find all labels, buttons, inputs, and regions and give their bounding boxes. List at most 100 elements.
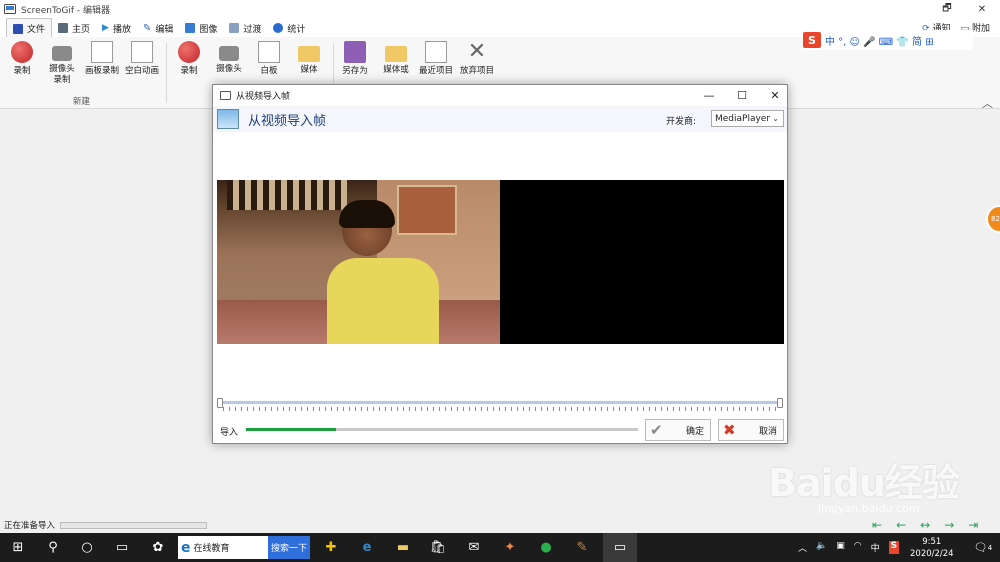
screentogif-taskbar-icon[interactable]: ▭ xyxy=(603,533,637,562)
game-app-icon[interactable]: ✚ xyxy=(316,533,346,562)
cortana-icon[interactable]: ○ xyxy=(72,533,102,562)
dialog-minimize-button[interactable]: — xyxy=(693,85,725,106)
play-icon: ▶ xyxy=(102,23,109,33)
ime-indicator[interactable]: 中 xyxy=(871,541,880,554)
frame-range-slider[interactable] xyxy=(217,398,784,413)
frame-navigation: ⇤ ← ↔ → ⇥ xyxy=(872,518,978,532)
dialog-header-title: 从视频导入帧 xyxy=(248,113,327,129)
multicolor-app-icon[interactable]: ✦ xyxy=(495,533,525,562)
usb-icon[interactable]: ▣ xyxy=(836,541,845,554)
board-record-label: 画板录制 xyxy=(84,66,119,76)
play-frame-icon[interactable]: ↔ xyxy=(920,518,930,532)
tab-label: 播放 xyxy=(112,24,131,35)
restore-button[interactable]: 🗗 xyxy=(931,0,963,18)
dialog-close-button[interactable]: ✕ xyxy=(759,85,791,106)
store-icon[interactable]: 🛍 xyxy=(423,533,453,562)
taskbar-search-box[interactable]: e 在线教育 搜索一下 xyxy=(178,536,310,559)
previous-frame-icon[interactable]: ← xyxy=(896,518,906,532)
save-icon xyxy=(13,23,23,34)
save-as-button[interactable]: 另存为 xyxy=(335,41,375,77)
app-icon xyxy=(4,4,16,14)
task-view-icon[interactable]: ▭ xyxy=(107,533,137,562)
video-frames-icon xyxy=(217,109,239,129)
record-button[interactable]: 录制 xyxy=(2,41,42,77)
record-label: 录制 xyxy=(13,66,31,76)
pinwheel-app-icon[interactable]: ✿ xyxy=(143,533,173,562)
board-icon xyxy=(91,41,113,63)
next-frame-icon[interactable]: → xyxy=(944,518,954,532)
cancel-button[interactable]: ✖ 取消 xyxy=(718,419,784,441)
sogou-logo-icon: S xyxy=(803,32,821,48)
save-as-icon xyxy=(344,41,366,63)
blank-animation-button[interactable]: 空白动画 xyxy=(122,41,162,77)
search-button[interactable]: 搜索一下 xyxy=(268,536,310,559)
mail-icon[interactable]: ✉ xyxy=(459,533,489,562)
dialog-title: 从视频导入帧 xyxy=(236,92,291,102)
board-record-button[interactable]: 画板录制 xyxy=(82,41,122,77)
tab-home[interactable]: 主页 xyxy=(52,18,96,38)
tab-transitions[interactable]: 过渡 xyxy=(223,18,267,38)
chevron-up-icon[interactable]: ︿ xyxy=(798,541,807,554)
ime-toolbar[interactable]: S 中 °, ☺ 🎤 ⌨ 👕 简 ⊞ xyxy=(803,30,973,50)
status-bar: 正在准备导入 xyxy=(0,517,1000,533)
tab-edit[interactable]: ✎ 编辑 xyxy=(137,18,179,38)
app-title-bar: ScreenToGif - 编辑器 🗗 ✕ xyxy=(0,0,1000,18)
dialog-maximize-button[interactable]: ☐ xyxy=(726,85,758,106)
tab-statistics[interactable]: 统计 xyxy=(267,18,311,38)
search-icon[interactable]: ⚲ xyxy=(38,533,68,562)
video-preview xyxy=(217,180,784,344)
monitor-icon xyxy=(220,91,231,100)
system-clock[interactable]: 9:51 2020/2/24 xyxy=(910,536,954,560)
range-end-handle[interactable] xyxy=(777,398,783,408)
last-frame-icon[interactable]: ⇥ xyxy=(968,518,978,532)
tab-playback[interactable]: ▶ 播放 xyxy=(96,18,137,38)
media-label: 媒体 xyxy=(300,65,318,75)
volume-icon[interactable]: 🔈 xyxy=(816,541,827,554)
windows-start-icon[interactable]: ⊞ xyxy=(3,533,33,562)
media-or-button[interactable]: 媒体或 xyxy=(376,41,416,76)
cancel-label: 取消 xyxy=(759,426,778,437)
record-button-2[interactable]: 录制 xyxy=(169,41,209,77)
tab-label: 文件 xyxy=(27,25,46,35)
tab-image[interactable]: 图像 xyxy=(179,18,223,38)
check-icon: ✔ xyxy=(650,420,663,439)
recent-projects-label: 最近项目 xyxy=(418,66,453,76)
close-button[interactable]: ✕ xyxy=(966,0,998,18)
webcam-icon xyxy=(219,46,239,61)
discard-icon: ✕ xyxy=(467,39,487,64)
webcam-button[interactable]: 摄像头 xyxy=(209,41,249,75)
webcam-record-label: 摄像头录制 xyxy=(49,64,75,85)
first-frame-icon[interactable]: ⇤ xyxy=(872,518,882,532)
media-button[interactable]: 媒体 xyxy=(289,41,329,76)
record-icon xyxy=(178,41,200,63)
file-explorer-icon[interactable]: ▬ xyxy=(388,533,418,562)
group-divider xyxy=(166,43,167,103)
dialog-header: 从视频导入帧 开发商: MediaPlayer ⌄ xyxy=(213,106,787,132)
edge-icon[interactable]: e xyxy=(352,533,382,562)
tab-label: 过渡 xyxy=(243,24,262,35)
range-start-handle[interactable] xyxy=(217,398,223,408)
paint-app-icon[interactable]: ✎ xyxy=(567,533,597,562)
discard-project-button[interactable]: ✕ 放弃项目 xyxy=(457,41,497,77)
save-as-label: 另存为 xyxy=(342,66,368,76)
sogou-tray-icon[interactable]: S xyxy=(888,541,900,554)
webcam-icon xyxy=(52,46,72,61)
app-title: ScreenToGif - 编辑器 xyxy=(21,5,111,16)
recent-projects-button[interactable]: 最近项目 xyxy=(416,41,456,77)
notification-center-icon[interactable]: 🗨 4 xyxy=(968,533,998,562)
import-video-dialog: 从视频导入帧 — ☐ ✕ 从视频导入帧 开发商: MediaPlayer ⌄ 导… xyxy=(212,84,788,444)
provider-dropdown[interactable]: MediaPlayer ⌄ xyxy=(711,110,784,127)
board-label: 白板 xyxy=(260,66,278,76)
ok-label: 确定 xyxy=(686,426,705,437)
recent-icon xyxy=(425,41,447,63)
info-icon xyxy=(273,23,284,33)
chevron-down-icon: ⌄ xyxy=(772,114,779,123)
webcam-record-button[interactable]: 摄像头录制 xyxy=(42,41,82,86)
taskbar: ⊞ ⚲ ○ ▭ ✿ e 在线教育 搜索一下 ✚ e ▬ 🛍 ✉ ✦ ● ✎ ▭ … xyxy=(0,533,1000,562)
tab-file[interactable]: 文件 xyxy=(6,18,53,38)
ok-button[interactable]: ✔ 确定 xyxy=(645,419,711,441)
board-button[interactable]: 白板 xyxy=(249,41,289,77)
wifi-icon[interactable]: ◠ xyxy=(854,541,862,554)
system-tray: ︿ 🔈 ▣ ◠ 中 S xyxy=(798,541,900,554)
green-app-icon[interactable]: ● xyxy=(531,533,561,562)
